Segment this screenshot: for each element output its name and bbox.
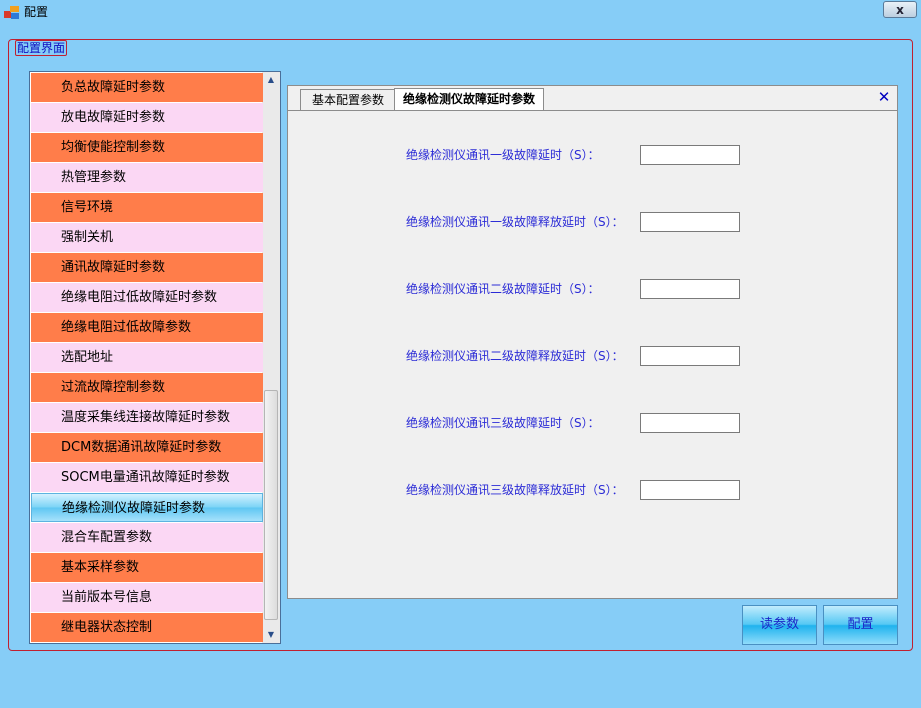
tab-close-icon[interactable]: ✕ bbox=[876, 89, 892, 105]
list-item[interactable]: SOCM电量通讯故障延时参数 bbox=[31, 463, 263, 492]
read-params-button[interactable]: 读参数 bbox=[742, 605, 817, 645]
tab-basic-config[interactable]: 基本配置参数 bbox=[300, 89, 396, 110]
scroll-up-arrow-icon[interactable]: ▲ bbox=[262, 72, 280, 88]
list-item[interactable]: 信号环境 bbox=[31, 193, 263, 222]
scrollbar-thumb[interactable] bbox=[264, 390, 278, 620]
field-label: 绝缘检测仪通讯一级故障释放延时（S）： bbox=[406, 215, 624, 229]
tab-strip: 基本配置参数 绝缘检测仪故障延时参数 ✕ bbox=[288, 86, 897, 111]
field-input[interactable] bbox=[640, 480, 740, 500]
field-label: 绝缘检测仪通讯二级故障释放延时（S）： bbox=[406, 349, 624, 363]
field-input[interactable] bbox=[640, 212, 740, 232]
field-input[interactable] bbox=[640, 413, 740, 433]
list-item[interactable]: 选配地址 bbox=[31, 343, 263, 372]
list-item[interactable]: 均衡使能控制参数 bbox=[31, 133, 263, 162]
list-item[interactable]: 绝缘检测仪故障延时参数 bbox=[31, 493, 263, 522]
list-item[interactable]: 继电器状态控制 bbox=[31, 613, 263, 642]
list-item[interactable]: 基本采样参数 bbox=[31, 553, 263, 582]
window-close-button[interactable]: x bbox=[883, 1, 917, 18]
app-window-icon bbox=[4, 6, 19, 19]
tab-insulation-fault-delay[interactable]: 绝缘检测仪故障延时参数 bbox=[394, 88, 544, 110]
list-item[interactable]: 绝缘电阻过低故障延时参数 bbox=[31, 283, 263, 312]
field-input[interactable] bbox=[640, 145, 740, 165]
list-item[interactable]: 通讯故障延时参数 bbox=[31, 253, 263, 282]
window-title: 配置 bbox=[24, 5, 49, 19]
field-label: 绝缘检测仪通讯一级故障延时（S）： bbox=[406, 148, 600, 162]
field-label: 绝缘检测仪通讯三级故障释放延时（S）： bbox=[406, 483, 624, 497]
list-item[interactable]: 温度采集线连接故障延时参数 bbox=[31, 403, 263, 432]
field-label: 绝缘检测仪通讯二级故障延时（S）： bbox=[406, 282, 600, 296]
list-item[interactable]: 强制关机 bbox=[31, 223, 263, 252]
field-label: 绝缘检测仪通讯三级故障延时（S）： bbox=[406, 416, 600, 430]
list-item[interactable]: 放电故障延时参数 bbox=[31, 103, 263, 132]
configure-button[interactable]: 配置 bbox=[823, 605, 898, 645]
field-input[interactable] bbox=[640, 346, 740, 366]
list-item[interactable]: 绝缘电阻过低故障参数 bbox=[31, 313, 263, 342]
client-area: 配置界面 ▲ ▼ 负总故障延时参数 放电故障延时参数 均衡使能控制参数 热管理参数 信号… bbox=[8, 31, 913, 700]
list-scrollbar[interactable]: ▲ ▼ bbox=[262, 72, 280, 643]
list-item[interactable]: 热管理参数 bbox=[31, 163, 263, 192]
title-bar: 配置 x bbox=[0, 0, 921, 24]
parameter-category-list[interactable]: ▲ ▼ 负总故障延时参数 放电故障延时参数 均衡使能控制参数 热管理参数 信号环境 强制关… bbox=[29, 71, 281, 644]
list-item[interactable]: 负总故障延时参数 bbox=[31, 73, 263, 102]
list-item[interactable]: 过流故障控制参数 bbox=[31, 373, 263, 402]
list-item[interactable]: 当前版本号信息 bbox=[31, 583, 263, 612]
list-item[interactable]: DCM数据通讯故障延时参数 bbox=[31, 433, 263, 462]
list-item[interactable]: 混合车配置参数 bbox=[31, 523, 263, 552]
groupbox-title: 配置界面 bbox=[15, 40, 68, 56]
field-input[interactable] bbox=[640, 279, 740, 299]
scroll-down-arrow-icon[interactable]: ▼ bbox=[262, 627, 280, 643]
config-groupbox: 配置界面 ▲ ▼ 负总故障延时参数 放电故障延时参数 均衡使能控制参数 热管理参数 信号… bbox=[8, 39, 913, 651]
tab-control: 基本配置参数 绝缘检测仪故障延时参数 ✕ 绝缘检测仪通讯一级故障延时（S）： 绝缘… bbox=[287, 85, 898, 599]
